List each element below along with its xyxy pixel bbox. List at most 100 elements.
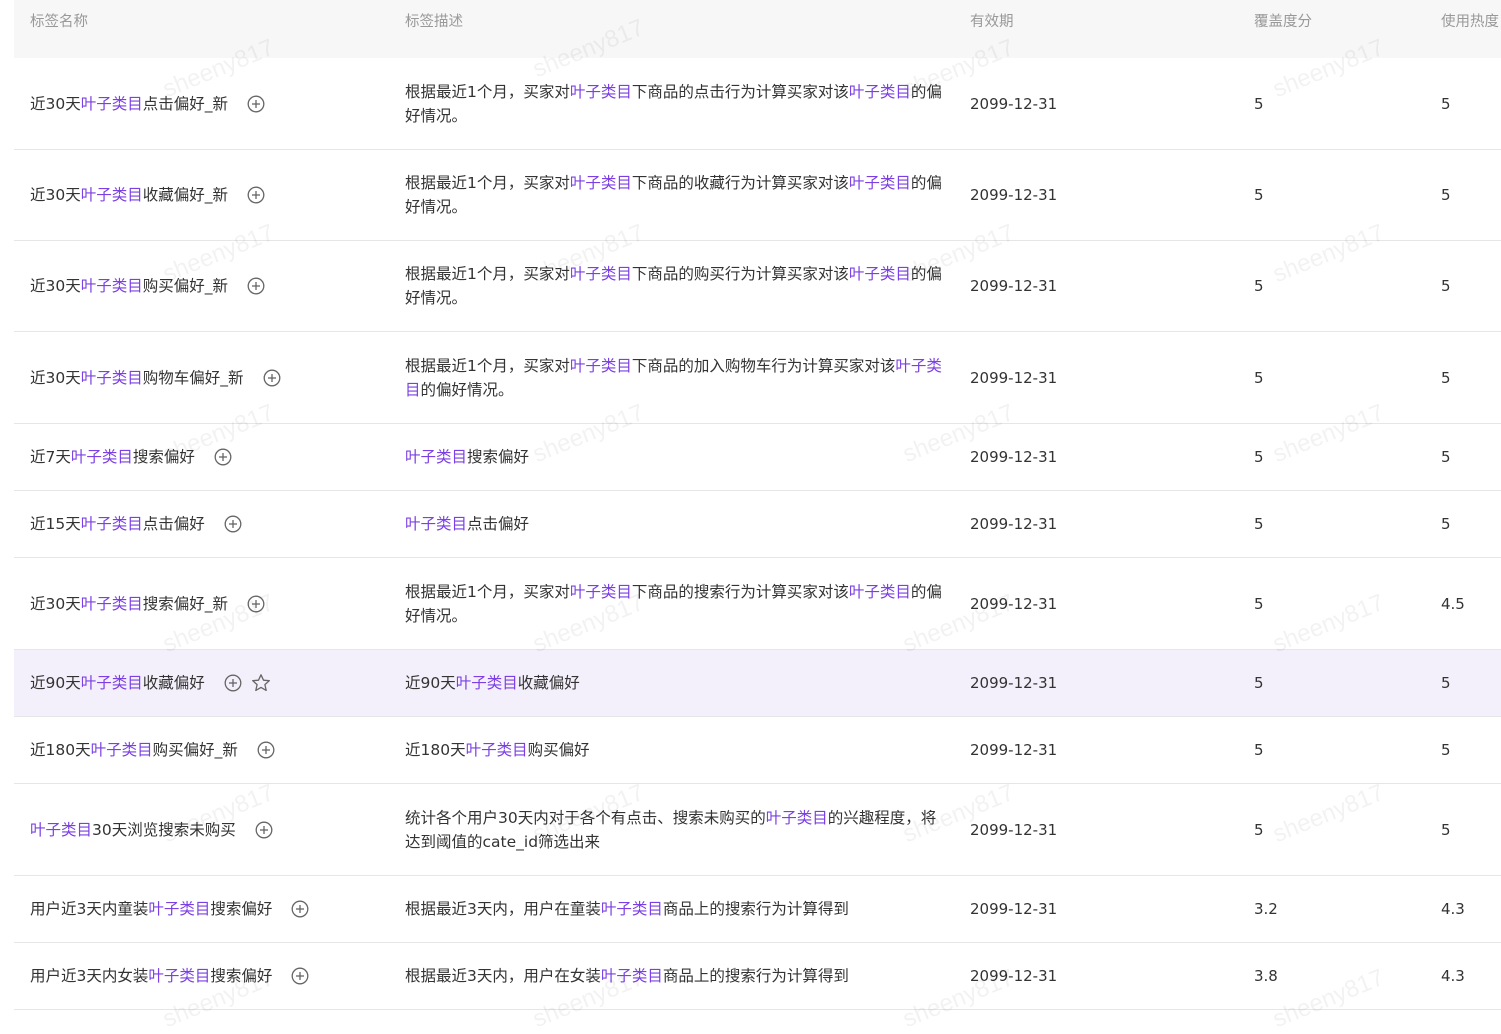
- expiry-date-cell: 2099-12-31: [970, 558, 1170, 649]
- table-row[interactable]: 近30天叶子类目购物车偏好_新 根据最近1个月，买家对叶子类目下商品的加入购物车行…: [14, 332, 1501, 424]
- add-circle-icon[interactable]: [223, 514, 243, 534]
- tag-description: 近90天叶子类目收藏偏好: [405, 671, 945, 695]
- text-segment: 根据最近1个月，买家对: [405, 174, 570, 192]
- text-segment: 收藏偏好_新: [142, 186, 229, 204]
- tag-table: 标签名称 标签描述 有效期 覆盖度分 使用热度 近30天叶子类目点击偏好_新 根据…: [14, 0, 1501, 1010]
- tag-name[interactable]: 近30天叶子类目点击偏好_新: [30, 92, 228, 116]
- tag-name-cell: 近90天叶子类目收藏偏好: [30, 650, 390, 716]
- table-row[interactable]: 用户近3天内童装叶子类目搜索偏好 根据最近3天内，用户在童装叶子类目商品上的搜索行…: [14, 876, 1501, 943]
- coverage-score: 5: [1254, 594, 1264, 613]
- tag-name[interactable]: 近7天叶子类目搜索偏好: [30, 445, 195, 469]
- usage-heat-cell: 5: [1441, 241, 1501, 331]
- tag-description-cell: 根据最近1个月，买家对叶子类目下商品的点击行为计算买家对该叶子类目的偏好情况。: [405, 58, 945, 149]
- table-row[interactable]: 近15天叶子类目点击偏好 叶子类目点击偏好 2099-12-31 5 5: [14, 491, 1501, 558]
- text-segment: 下商品的点击行为计算买家对该: [631, 82, 849, 101]
- tag-name[interactable]: 用户近3天内女装叶子类目搜索偏好: [30, 964, 272, 988]
- column-header-desc[interactable]: 标签描述: [405, 0, 945, 58]
- tag-description-cell: 根据最近3天内，用户在童装叶子类目商品上的搜索行为计算得到: [405, 876, 945, 942]
- tag-name[interactable]: 近90天叶子类目收藏偏好: [30, 671, 205, 695]
- tag-name[interactable]: 近15天叶子类目点击偏好: [30, 512, 205, 536]
- usage-heat-cell: 5: [1441, 717, 1501, 783]
- tag-name[interactable]: 近30天叶子类目购买偏好_新: [30, 274, 228, 298]
- tag-name[interactable]: 近30天叶子类目搜索偏好_新: [30, 592, 228, 616]
- highlight-text: 叶子类目: [848, 265, 911, 283]
- table-row[interactable]: 近30天叶子类目收藏偏好_新 根据最近1个月，买家对叶子类目下商品的收藏行为计算买…: [14, 150, 1501, 241]
- add-circle-icon[interactable]: [256, 740, 276, 760]
- highlight-text: 叶子类目: [405, 515, 468, 533]
- table-row[interactable]: 近90天叶子类目收藏偏好 近90天叶子类目收藏偏好 2099-12-31 5 5: [14, 650, 1501, 717]
- usage-heat-cell: 4.5: [1441, 558, 1501, 649]
- expiry-date-cell: 2099-12-31: [970, 717, 1170, 783]
- table-row[interactable]: 近7天叶子类目搜索偏好 叶子类目搜索偏好 2099-12-31 5 5: [14, 424, 1501, 491]
- highlight-text: 叶子类目: [848, 582, 911, 601]
- coverage-score-cell: 5: [1254, 424, 1414, 490]
- expiry-date-cell: 2099-12-31: [970, 876, 1170, 942]
- add-circle-icon[interactable]: [223, 673, 243, 693]
- add-circle-icon[interactable]: [246, 94, 266, 114]
- tag-name-cell: 近30天叶子类目点击偏好_新: [30, 58, 390, 149]
- add-circle-icon[interactable]: [246, 185, 266, 205]
- coverage-score: 5: [1254, 674, 1264, 692]
- tag-name-cell: 近30天叶子类目搜索偏好_新: [30, 558, 390, 649]
- usage-heat-cell: 5: [1441, 491, 1501, 557]
- coverage-score: 5: [1254, 277, 1264, 295]
- add-circle-icon[interactable]: [246, 594, 266, 614]
- text-segment: 搜索偏好_新: [142, 594, 229, 613]
- text-segment: 商品上的搜索行为计算得到: [662, 967, 849, 985]
- highlight-text: 叶子类目: [569, 265, 632, 283]
- tag-description: 叶子类目点击偏好: [405, 512, 945, 536]
- tag-description: 根据最近1个月，买家对叶子类目下商品的购买行为计算买家对该叶子类目的偏好情况。: [405, 262, 945, 310]
- star-icon[interactable]: [251, 673, 271, 693]
- text-segment: 点击偏好: [142, 515, 205, 533]
- table-row[interactable]: 近30天叶子类目搜索偏好_新 根据最近1个月，买家对叶子类目下商品的搜索行为计算买…: [14, 558, 1501, 650]
- table-row[interactable]: 叶子类目30天浏览搜索未购买 统计各个用户30天内对于各个有点击、搜索未购买的叶子…: [14, 784, 1501, 876]
- text-segment: 近30天: [30, 94, 81, 113]
- highlight-text: 叶子类目: [80, 674, 143, 692]
- table-row[interactable]: 近30天叶子类目点击偏好_新 根据最近1个月，买家对叶子类目下商品的点击行为计算买…: [14, 58, 1501, 150]
- highlight-text: 叶子类目: [80, 594, 143, 613]
- tag-name[interactable]: 叶子类目30天浏览搜索未购买: [30, 818, 236, 842]
- column-header-heat[interactable]: 使用热度: [1441, 0, 1501, 58]
- usage-heat: 5: [1441, 277, 1451, 295]
- add-circle-icon[interactable]: [262, 368, 282, 388]
- tag-description: 根据最近1个月，买家对叶子类目下商品的点击行为计算买家对该叶子类目的偏好情况。: [405, 80, 945, 128]
- text-segment: 购买偏好_新: [142, 277, 229, 295]
- tag-name[interactable]: 近30天叶子类目购物车偏好_新: [30, 366, 244, 390]
- expiry-date: 2099-12-31: [970, 967, 1058, 985]
- column-header-expiry[interactable]: 有效期: [970, 0, 1170, 58]
- table-row[interactable]: 用户近3天内女装叶子类目搜索偏好 根据最近3天内，用户在女装叶子类目商品上的搜索行…: [14, 943, 1501, 1010]
- usage-heat: 5: [1441, 94, 1451, 113]
- highlight-text: 叶子类目: [465, 741, 528, 759]
- table-row[interactable]: 近180天叶子类目购买偏好_新 近180天叶子类目购买偏好 2099-12-31 5 5: [14, 717, 1501, 784]
- tag-description-cell: 叶子类目搜索偏好: [405, 424, 945, 490]
- add-circle-icon[interactable]: [213, 447, 233, 467]
- usage-heat-cell: 4.3: [1441, 876, 1501, 942]
- text-segment: 统计各个用户30天内对于各个有点击、搜索未购买的: [405, 808, 766, 827]
- tag-description-cell: 根据最近1个月，买家对叶子类目下商品的收藏行为计算买家对该叶子类目的偏好情况。: [405, 150, 945, 240]
- tag-name[interactable]: 近30天叶子类目收藏偏好_新: [30, 183, 228, 207]
- usage-heat: 4.3: [1441, 900, 1465, 918]
- add-circle-icon[interactable]: [246, 276, 266, 296]
- expiry-date-cell: 2099-12-31: [970, 58, 1170, 149]
- text-segment: 近7天: [30, 448, 71, 466]
- add-circle-icon[interactable]: [290, 899, 310, 919]
- tag-description: 根据最近3天内，用户在童装叶子类目商品上的搜索行为计算得到: [405, 897, 945, 921]
- tag-name-cell: 近7天叶子类目搜索偏好: [30, 424, 390, 490]
- column-header-coverage[interactable]: 覆盖度分: [1254, 0, 1414, 58]
- add-circle-icon[interactable]: [254, 820, 274, 840]
- text-segment: 收藏偏好: [517, 674, 580, 692]
- table-row[interactable]: 近30天叶子类目购买偏好_新 根据最近1个月，买家对叶子类目下商品的购买行为计算买…: [14, 241, 1501, 332]
- tag-name[interactable]: 近180天叶子类目购买偏好_新: [30, 738, 238, 762]
- text-segment: 近180天: [30, 741, 91, 759]
- column-header-name[interactable]: 标签名称: [30, 0, 390, 58]
- coverage-score: 5: [1254, 741, 1264, 759]
- expiry-date: 2099-12-31: [970, 448, 1058, 466]
- coverage-score: 5: [1254, 94, 1264, 113]
- tag-name[interactable]: 用户近3天内童装叶子类目搜索偏好: [30, 897, 272, 921]
- highlight-text: 叶子类目: [80, 186, 143, 204]
- add-circle-icon[interactable]: [290, 966, 310, 986]
- text-segment: 根据最近1个月，买家对: [405, 265, 570, 283]
- text-segment: 购买偏好_新: [152, 741, 238, 759]
- coverage-score-cell: 3.2: [1254, 876, 1414, 942]
- usage-heat-cell: 5: [1441, 424, 1501, 490]
